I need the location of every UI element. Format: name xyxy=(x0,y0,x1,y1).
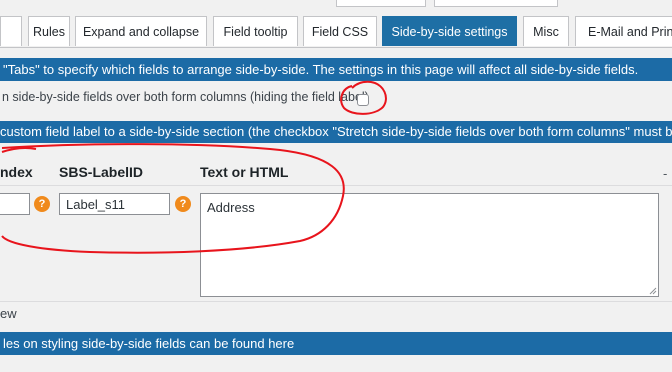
info-bar-custom-label: custom field label to a side-by-side sec… xyxy=(0,121,672,143)
row-dash: - xyxy=(663,166,668,181)
index-help-icon[interactable]: ? xyxy=(34,196,50,212)
header-index: ndex xyxy=(0,164,33,180)
top-ghost-box-2 xyxy=(434,0,558,7)
tabs-divider xyxy=(0,47,672,48)
info-bar-top: "Tabs" to specify which fields to arrang… xyxy=(0,58,672,81)
tab-misc[interactable]: Misc xyxy=(523,16,569,46)
header-divider xyxy=(0,185,672,186)
tab-side-by-side-settings[interactable]: Side-by-side settings xyxy=(382,16,517,46)
annotation-ellipse-tail xyxy=(1,147,37,153)
stretch-checkbox[interactable] xyxy=(357,94,369,106)
tab-email-and-print[interactable]: E-Mail and Print xyxy=(575,16,672,46)
header-text-or-html: Text or HTML xyxy=(200,164,289,180)
row-divider xyxy=(0,301,672,302)
tab-rules[interactable]: Rules xyxy=(28,16,70,46)
tab-field-tooltip[interactable]: Field tooltip xyxy=(213,16,298,46)
text-or-html-value: Address xyxy=(207,200,255,215)
tab-partial[interactable] xyxy=(0,16,22,46)
resize-grip-icon[interactable] xyxy=(649,287,657,295)
preview-label: ew xyxy=(0,306,17,321)
info-bar-bottom-link[interactable]: les on styling side-by-side fields can b… xyxy=(0,332,672,355)
stretch-option-label: n side-by-side fields over both form col… xyxy=(2,90,369,104)
index-input[interactable] xyxy=(0,193,30,215)
sbs-label-id-help-icon[interactable]: ? xyxy=(175,196,191,212)
top-ghost-box-1 xyxy=(336,0,426,7)
tab-bar: Rules Expand and collapse Field tooltip … xyxy=(0,16,672,48)
sbs-label-id-input[interactable]: Label_s11 xyxy=(59,193,170,215)
header-sbs-label-id: SBS-LabelID xyxy=(59,164,144,180)
tab-expand-and-collapse[interactable]: Expand and collapse xyxy=(75,16,207,46)
tab-field-css[interactable]: Field CSS xyxy=(303,16,377,46)
text-or-html-textarea[interactable]: Address xyxy=(200,193,659,297)
annotation-overlay xyxy=(1,80,387,254)
